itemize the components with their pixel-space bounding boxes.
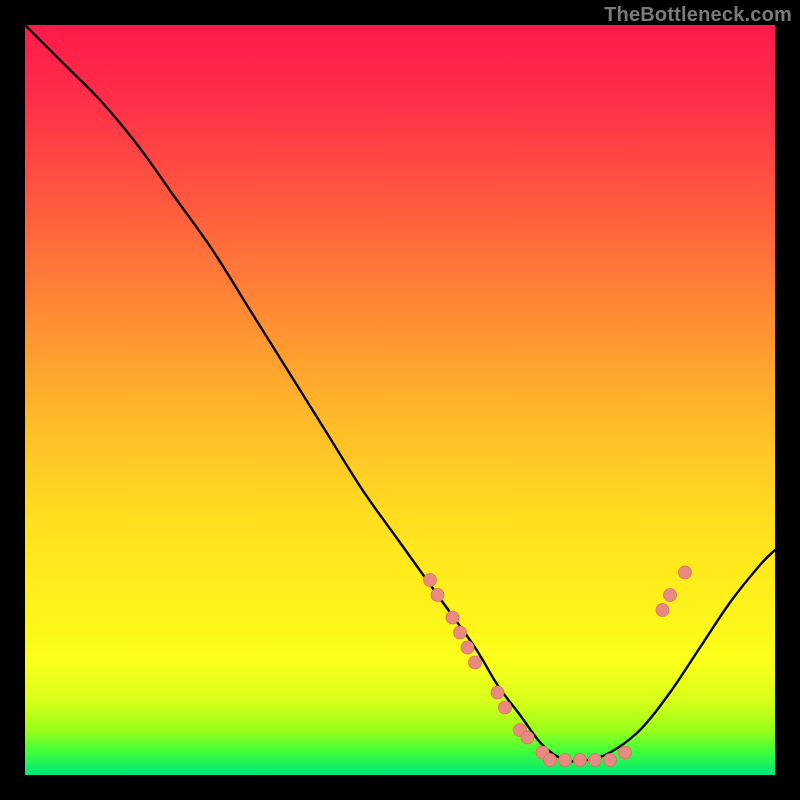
marker-group — [424, 566, 692, 767]
curve-layer — [25, 25, 775, 775]
chart-stage: TheBottleneck.com — [0, 0, 800, 800]
data-marker — [469, 656, 482, 669]
data-marker — [574, 754, 587, 767]
data-marker — [604, 754, 617, 767]
data-marker — [679, 566, 692, 579]
data-marker — [589, 754, 602, 767]
data-marker — [446, 611, 459, 624]
data-marker — [454, 626, 467, 639]
data-marker — [431, 589, 444, 602]
data-marker — [656, 604, 669, 617]
plot-area — [25, 25, 775, 775]
data-marker — [521, 731, 534, 744]
data-marker — [544, 754, 557, 767]
data-marker — [559, 754, 572, 767]
data-marker — [461, 641, 474, 654]
data-marker — [619, 746, 632, 759]
watermark-text: TheBottleneck.com — [604, 4, 792, 27]
data-marker — [664, 589, 677, 602]
bottleneck-curve — [25, 25, 775, 761]
data-marker — [491, 686, 504, 699]
data-marker — [424, 574, 437, 587]
data-marker — [499, 701, 512, 714]
